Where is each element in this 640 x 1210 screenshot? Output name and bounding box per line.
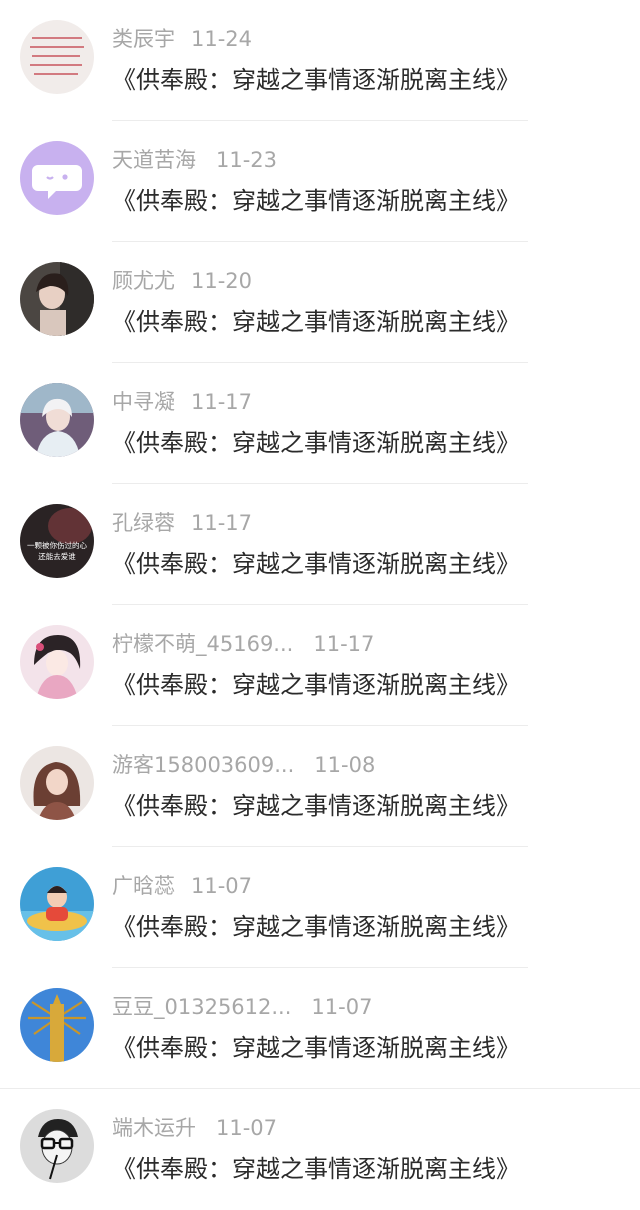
username[interactable]: 中寻凝 [112,387,175,417]
username[interactable]: 游客158003609... [112,750,294,780]
username[interactable]: 豆豆_01325612... [112,992,291,1022]
comment-book-title[interactable]: 《供奉殿：穿越之事情逐渐脱离主线》 [112,907,520,947]
username[interactable]: 端木运升 [112,1113,196,1143]
username[interactable]: 广晗蕊 [112,871,175,901]
list-item[interactable]: 广晗蕊 11-07 《供奉殿：穿越之事情逐渐脱离主线》 [0,847,640,968]
comment-book-title[interactable]: 《供奉殿：穿越之事情逐渐脱离主线》 [112,302,520,342]
list-item[interactable]: 豆豆_01325612... 11-07 《供奉殿：穿越之事情逐渐脱离主线》 [0,968,640,1089]
avatar[interactable] [20,383,94,457]
list-item[interactable]: 天道苦海 11-23 《供奉殿：穿越之事情逐渐脱离主线》 [0,121,640,242]
comment-book-title[interactable]: 《供奉殿：穿越之事情逐渐脱离主线》 [112,423,520,463]
list-item[interactable]: 一颗被你伤过的心 还能去爱谁 孔绿蓉 11-17 《供奉殿：穿越之事情逐渐脱离主线… [0,484,640,605]
list-item[interactable]: 顾尤尤 11-20 《供奉殿：穿越之事情逐渐脱离主线》 [0,242,640,363]
comment-date: 11-20 [191,269,253,293]
comment-date: 11-17 [313,632,375,656]
comment-date: 11-17 [191,511,253,535]
username[interactable]: 孔绿蓉 [112,508,175,538]
list-item[interactable]: 柠檬不萌_45169... 11-17 《供奉殿：穿越之事情逐渐脱离主线》 [0,605,640,726]
list-item[interactable]: 中寻凝 11-17 《供奉殿：穿越之事情逐渐脱离主线》 [0,363,640,484]
avatar-caption-line2: 还能去爱谁 [38,551,76,561]
avatar[interactable] [20,262,94,336]
comment-book-title[interactable]: 《供奉殿：穿越之事情逐渐脱离主线》 [112,544,520,584]
avatar[interactable] [20,20,94,94]
avatar[interactable] [20,625,94,699]
avatar[interactable] [20,746,94,820]
list-item[interactable]: 端木运升 11-07 《供奉殿：穿越之事情逐渐脱离主线》 [0,1089,640,1210]
comment-book-title[interactable]: 《供奉殿：穿越之事情逐渐脱离主线》 [112,181,520,221]
comment-date: 11-07 [311,995,373,1019]
comment-date: 11-23 [216,148,278,172]
username[interactable]: 类辰宇 [112,24,175,54]
comment-date: 11-17 [191,390,253,414]
avatar[interactable] [20,988,94,1062]
list-item[interactable]: 类辰宇 11-24 《供奉殿：穿越之事情逐渐脱离主线》 [0,0,640,121]
comment-book-title[interactable]: 《供奉殿：穿越之事情逐渐脱离主线》 [112,60,520,100]
username[interactable]: 柠檬不萌_45169... [112,629,293,659]
comment-date: 11-07 [216,1116,278,1140]
comment-book-title[interactable]: 《供奉殿：穿越之事情逐渐脱离主线》 [112,1028,520,1068]
avatar[interactable] [20,1109,94,1183]
username[interactable]: 顾尤尤 [112,266,175,296]
avatar-caption-line1: 一颗被你伤过的心 [27,540,87,550]
list-item[interactable]: 游客158003609... 11-08 《供奉殿：穿越之事情逐渐脱离主线》 [0,726,640,847]
avatar[interactable] [20,141,94,215]
avatar[interactable] [20,867,94,941]
comment-book-title[interactable]: 《供奉殿：穿越之事情逐渐脱离主线》 [112,786,520,826]
comment-date: 11-08 [314,753,376,777]
comment-date: 11-24 [191,27,253,51]
comment-date: 11-07 [191,874,253,898]
avatar[interactable]: 一颗被你伤过的心 还能去爱谁 [20,504,94,578]
comment-list: 类辰宇 11-24 《供奉殿：穿越之事情逐渐脱离主线》 天道苦海 11-23 《供奉… [0,0,640,1199]
comment-book-title[interactable]: 《供奉殿：穿越之事情逐渐脱离主线》 [112,665,520,705]
username[interactable]: 天道苦海 [112,145,196,175]
comment-book-title[interactable]: 《供奉殿：穿越之事情逐渐脱离主线》 [112,1149,520,1189]
